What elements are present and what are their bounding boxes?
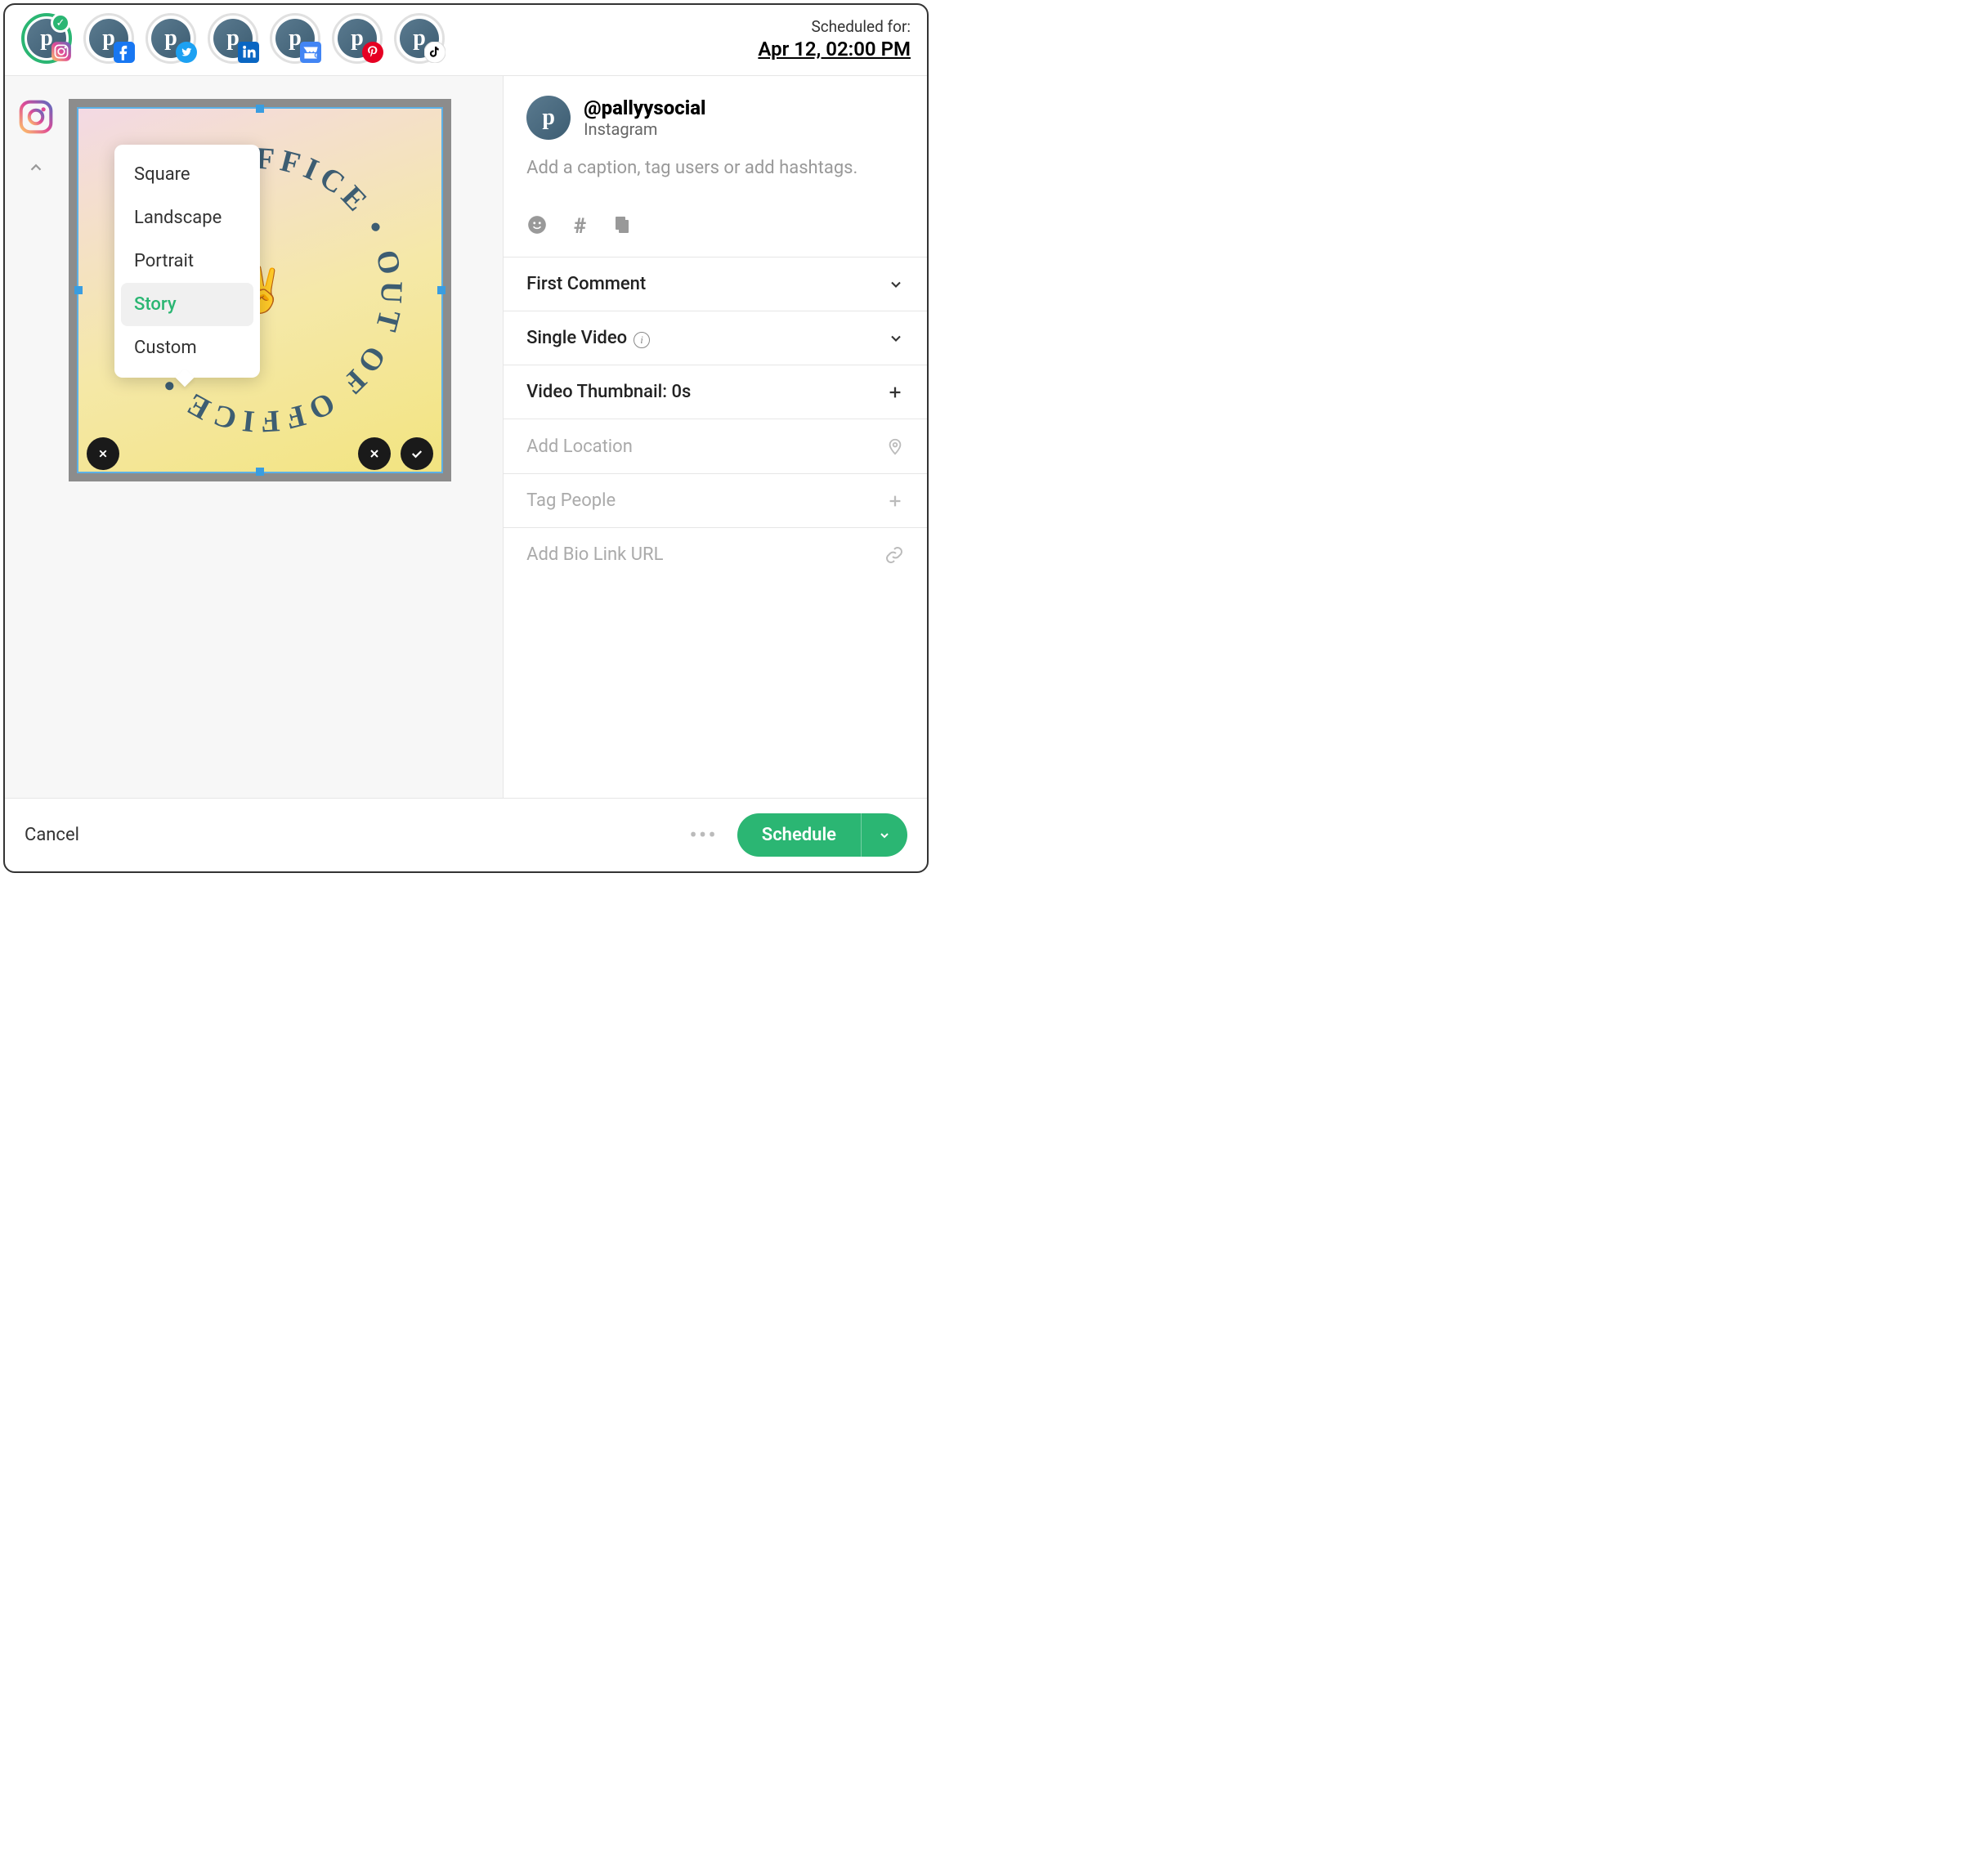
- tag-people-row[interactable]: Tag People: [504, 473, 927, 527]
- instagram-tab-icon[interactable]: [18, 99, 54, 135]
- linkedin-icon: [238, 42, 259, 63]
- compose-panel: p @pallyysocial Instagram Add a caption,…: [503, 76, 927, 798]
- account-instagram[interactable]: p ✓: [21, 13, 72, 64]
- more-options-button[interactable]: •••: [689, 822, 717, 848]
- profile-platform: Instagram: [584, 119, 705, 139]
- preview-panel: OUT OF OFFICE • OUT OF OFFICE • ✌: [5, 76, 503, 798]
- chevron-down-icon: [888, 330, 904, 347]
- hashtag-icon[interactable]: #: [574, 214, 586, 239]
- pin-icon: [886, 436, 904, 457]
- confirm-crop-icon[interactable]: [401, 437, 433, 470]
- schedule-button-group: Schedule: [737, 813, 907, 857]
- header: p ✓ p p p: [5, 5, 927, 76]
- cancel-button[interactable]: Cancel: [25, 825, 79, 845]
- aspect-ratio-menu: Square Landscape Portrait Story Custom: [114, 145, 260, 378]
- row-label: Single Videoi: [526, 328, 650, 348]
- aspect-custom[interactable]: Custom: [121, 326, 253, 369]
- account-facebook[interactable]: p: [83, 13, 134, 64]
- account-pinterest[interactable]: p: [332, 13, 383, 64]
- plus-icon: [886, 492, 904, 510]
- aspect-portrait[interactable]: Portrait: [121, 240, 253, 283]
- facebook-icon: [114, 42, 135, 63]
- emoji-icon[interactable]: [526, 214, 548, 239]
- aspect-story[interactable]: Story: [121, 283, 253, 326]
- account-tiktok[interactable]: p: [394, 13, 445, 64]
- copy-icon[interactable]: [612, 214, 632, 239]
- schedule-info: Scheduled for: Apr 12, 02:00 PM: [758, 17, 911, 60]
- google-business-icon: G: [300, 42, 321, 63]
- aspect-square[interactable]: Square: [121, 153, 253, 196]
- row-label: Video Thumbnail: 0s: [526, 382, 691, 402]
- schedule-button[interactable]: Schedule: [737, 813, 862, 857]
- pinterest-icon: [362, 42, 383, 63]
- row-label: Add Bio Link URL: [526, 544, 663, 565]
- plus-icon: [886, 383, 904, 401]
- compose-modal: p ✓ p p p: [3, 3, 929, 873]
- avatar: p: [526, 96, 571, 140]
- instagram-icon: [51, 41, 72, 62]
- scheduled-time[interactable]: Apr 12, 02:00 PM: [758, 38, 911, 60]
- single-video-row[interactable]: Single Videoi: [504, 311, 927, 365]
- caption-input[interactable]: Add a caption, tag users or add hashtags…: [504, 140, 927, 185]
- preview-wrap: OUT OF OFFICE • OUT OF OFFICE • ✌: [69, 99, 480, 798]
- tiktok-icon: [424, 42, 446, 63]
- link-icon: [884, 545, 904, 565]
- collapse-icon[interactable]: [18, 150, 54, 186]
- account-twitter[interactable]: p: [146, 13, 196, 64]
- row-label: Add Location: [526, 437, 633, 457]
- scheduled-for-label: Scheduled for:: [758, 17, 911, 36]
- row-label: Tag People: [526, 490, 616, 511]
- first-comment-row[interactable]: First Comment: [504, 257, 927, 311]
- row-label: First Comment: [526, 274, 646, 294]
- account-selector: p ✓ p p p: [21, 13, 445, 64]
- check-icon: ✓: [51, 13, 70, 33]
- twitter-icon: [176, 42, 197, 63]
- footer: Cancel ••• Schedule: [5, 798, 927, 871]
- account-google[interactable]: p G: [270, 13, 320, 64]
- preview-sidebar: [18, 99, 54, 798]
- bio-link-row[interactable]: Add Bio Link URL: [504, 527, 927, 581]
- profile: p @pallyysocial Instagram: [504, 76, 927, 140]
- svg-text:G: G: [314, 52, 319, 60]
- account-linkedin[interactable]: p: [208, 13, 258, 64]
- add-location-row[interactable]: Add Location: [504, 419, 927, 473]
- info-icon: i: [634, 332, 650, 348]
- schedule-dropdown-button[interactable]: [862, 813, 907, 857]
- body: OUT OF OFFICE • OUT OF OFFICE • ✌: [5, 76, 927, 798]
- aspect-landscape[interactable]: Landscape: [121, 196, 253, 240]
- video-thumbnail-row[interactable]: Video Thumbnail: 0s: [504, 365, 927, 419]
- profile-handle: @pallyysocial: [584, 96, 705, 119]
- chevron-down-icon: [888, 276, 904, 293]
- caption-tools: #: [504, 185, 927, 257]
- expand-icon[interactable]: [87, 437, 119, 470]
- cancel-crop-icon[interactable]: [358, 437, 391, 470]
